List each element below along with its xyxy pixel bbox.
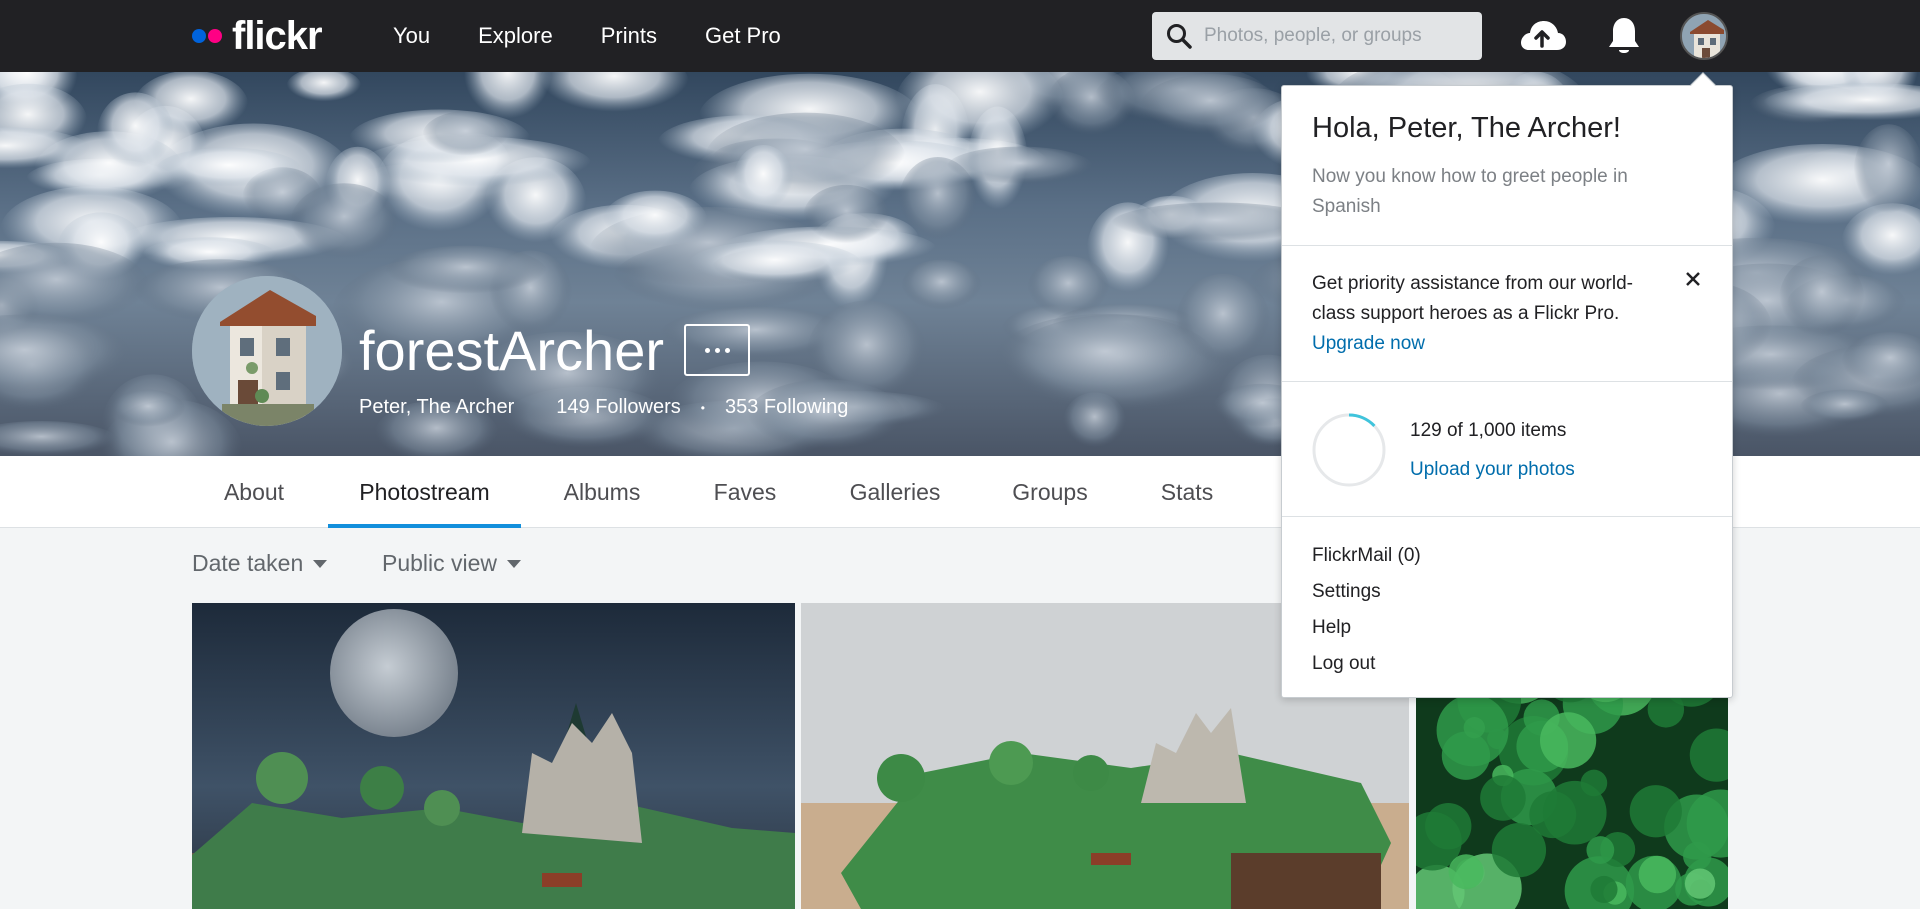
tab-photostream[interactable]: Photostream — [328, 456, 521, 528]
profile-username: forestArcher — [359, 319, 664, 382]
logo-pink-dot — [208, 29, 222, 43]
search-box — [1152, 12, 1482, 60]
search-icon[interactable] — [1166, 23, 1192, 49]
upload-photos-link[interactable]: Upload your photos — [1410, 459, 1575, 481]
nav-you[interactable]: You — [393, 23, 430, 49]
logo-wordmark: flickr — [232, 14, 323, 58]
view-label: Public view — [382, 550, 498, 576]
close-icon[interactable] — [1682, 268, 1704, 290]
sort-label: Date taken — [192, 550, 304, 576]
profile-avatar[interactable] — [192, 276, 342, 426]
divider — [1282, 245, 1732, 246]
flickr-logo[interactable]: flickr — [192, 14, 323, 58]
menu-log-out[interactable]: Log out — [1312, 646, 1421, 682]
tab-faves[interactable]: Faves — [690, 456, 800, 528]
divider — [1282, 516, 1732, 517]
upload-cloud-icon[interactable] — [1517, 16, 1567, 56]
sort-dropdown[interactable]: Date taken — [192, 550, 328, 577]
view-dropdown[interactable]: Public view — [382, 550, 522, 577]
account-dropdown: Hola, Peter, The Archer! Now you know ho… — [1281, 72, 1733, 698]
main-nav: You Explore Prints Get Pro — [393, 0, 829, 72]
nav-get-pro[interactable]: Get Pro — [705, 23, 781, 49]
caret-down-icon — [313, 559, 328, 568]
separator: • — [700, 400, 705, 415]
usage-count: 129 of 1,000 items — [1410, 420, 1567, 441]
menu-settings[interactable]: Settings — [1312, 574, 1421, 610]
top-nav: flickr You Explore Prints Get Pro — [0, 0, 1920, 72]
search-input[interactable] — [1204, 25, 1464, 47]
promo-text: Get priority assistance from our world-c… — [1312, 273, 1633, 324]
greeting: Hola, Peter, The Archer! — [1312, 112, 1621, 144]
tab-albums[interactable]: Albums — [541, 456, 663, 528]
nav-explore[interactable]: Explore — [478, 23, 553, 49]
followers-link[interactable]: 149 Followers — [556, 396, 681, 419]
greeting-subtitle: Now you know how to greet people in Span… — [1312, 166, 1628, 217]
tab-about[interactable]: About — [192, 456, 316, 528]
usage-progress-ring — [1312, 413, 1386, 487]
menu-flickrmail[interactable]: FlickrMail (0) — [1312, 538, 1421, 574]
tab-galleries[interactable]: Galleries — [830, 456, 960, 528]
nav-prints[interactable]: Prints — [601, 23, 657, 49]
dot — [714, 347, 720, 353]
account-menu: FlickrMail (0) Settings Help Log out — [1312, 538, 1421, 682]
profile-real-name: Peter, The Archer — [359, 396, 515, 418]
more-options-button[interactable] — [684, 324, 750, 376]
tab-stats[interactable]: Stats — [1150, 456, 1224, 528]
upgrade-now-link[interactable]: Upgrade now — [1312, 329, 1672, 359]
photo-thumbnail[interactable] — [192, 603, 795, 909]
menu-help[interactable]: Help — [1312, 610, 1421, 646]
tab-groups[interactable]: Groups — [998, 456, 1102, 528]
profile-subline: Peter, The Archer 149 Followers • 353 Fo… — [359, 396, 848, 419]
caret-down-icon — [507, 559, 522, 568]
avatar[interactable] — [1680, 12, 1728, 60]
divider — [1282, 381, 1732, 382]
dot — [724, 347, 730, 353]
pro-promo: Get priority assistance from our world-c… — [1312, 269, 1672, 359]
logo-blue-dot — [192, 29, 206, 43]
dot — [704, 347, 710, 353]
bell-icon[interactable] — [1604, 14, 1644, 58]
following-link[interactable]: 353 Following — [725, 396, 848, 419]
